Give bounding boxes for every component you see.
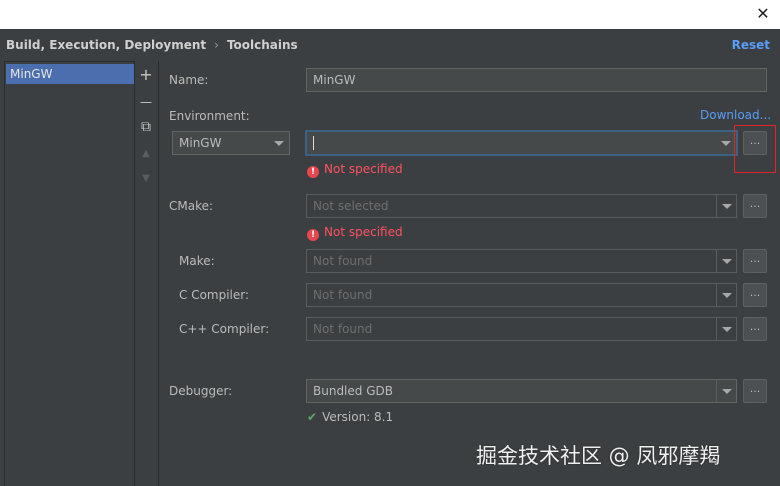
cmake-combo[interactable]: Not selected xyxy=(306,194,737,218)
chevron-down-icon[interactable] xyxy=(716,132,736,154)
chevron-down-icon xyxy=(269,132,289,154)
remove-icon[interactable]: — xyxy=(135,91,157,113)
debugger-value: Bundled GDB xyxy=(313,384,393,398)
c-compiler-browse-button[interactable]: ... xyxy=(743,283,767,307)
cpp-compiler-label: C++ Compiler: xyxy=(179,322,270,336)
debugger-version-text: Version: 8.1 xyxy=(322,410,394,424)
environment-error-text: Not specified xyxy=(324,162,403,176)
cmake-browse-button[interactable]: ... xyxy=(743,194,767,218)
check-icon: ✔ xyxy=(307,410,318,424)
debugger-combo[interactable]: Bundled GDB xyxy=(306,379,737,403)
environment-path-combo[interactable] xyxy=(306,131,737,155)
debugger-version: ✔ Version: 8.1 xyxy=(307,410,393,424)
cpp-compiler-browse-button[interactable]: ... xyxy=(743,317,767,341)
cmake-label: CMake: xyxy=(169,199,214,213)
make-label: Make: xyxy=(179,254,215,268)
cpp-compiler-combo[interactable]: Not found xyxy=(306,317,737,341)
name-label: Name: xyxy=(169,73,209,87)
move-down-icon[interactable]: ▼ xyxy=(135,168,157,190)
toolchain-list-item[interactable]: MinGW xyxy=(6,64,134,84)
c-compiler-value: Not found xyxy=(313,288,373,302)
cmake-error: ! Not specified xyxy=(307,225,403,241)
close-icon[interactable]: ✕ xyxy=(752,3,774,25)
watermark: 掘金技术社区 @ 凤邪摩羯 xyxy=(476,444,721,468)
move-up-icon[interactable]: ▲ xyxy=(135,143,157,165)
chevron-down-icon[interactable] xyxy=(716,195,736,217)
download-link[interactable]: Download... xyxy=(700,108,771,122)
error-icon: ! xyxy=(307,166,319,178)
environment-label: Environment: xyxy=(169,109,250,123)
chevron-down-icon[interactable] xyxy=(716,380,736,402)
make-value: Not found xyxy=(313,254,373,268)
c-compiler-combo[interactable]: Not found xyxy=(306,283,737,307)
breadcrumb-separator: › xyxy=(214,38,219,52)
chevron-down-icon[interactable] xyxy=(716,318,736,340)
chevron-down-icon[interactable] xyxy=(716,284,736,306)
annotation-highlight-box xyxy=(734,125,776,173)
copy-icon[interactable]: ⧉ xyxy=(135,116,157,138)
header: Build, Execution, Deployment › Toolchains … xyxy=(0,29,780,61)
add-icon[interactable]: + xyxy=(135,64,157,86)
error-icon: ! xyxy=(307,229,319,241)
environment-type-select[interactable]: MinGW xyxy=(172,131,290,155)
text-cursor xyxy=(313,136,314,150)
breadcrumb-current: Toolchains xyxy=(226,38,298,52)
c-compiler-label: C Compiler: xyxy=(179,288,250,302)
make-browse-button[interactable]: ... xyxy=(743,249,767,273)
chevron-down-icon[interactable] xyxy=(716,250,736,272)
debugger-label: Debugger: xyxy=(169,384,233,398)
dialog-titlebar: ✕ xyxy=(0,0,780,29)
breadcrumb: Build, Execution, Deployment › Toolchains xyxy=(6,38,298,52)
environment-error: ! Not specified xyxy=(307,162,403,178)
cpp-compiler-value: Not found xyxy=(313,322,373,336)
make-combo[interactable]: Not found xyxy=(306,249,737,273)
breadcrumb-parent[interactable]: Build, Execution, Deployment xyxy=(6,38,206,52)
environment-type-value: MinGW xyxy=(179,136,222,150)
reset-link[interactable]: Reset xyxy=(732,38,770,52)
list-toolbar: + — ⧉ ▲ ▼ xyxy=(135,61,159,486)
cmake-value: Not selected xyxy=(313,199,389,213)
debugger-browse-button[interactable]: ... xyxy=(743,379,767,403)
cmake-error-text: Not specified xyxy=(324,225,403,239)
name-field[interactable]: MinGW xyxy=(306,68,767,92)
toolchain-list: MinGW xyxy=(4,61,135,486)
